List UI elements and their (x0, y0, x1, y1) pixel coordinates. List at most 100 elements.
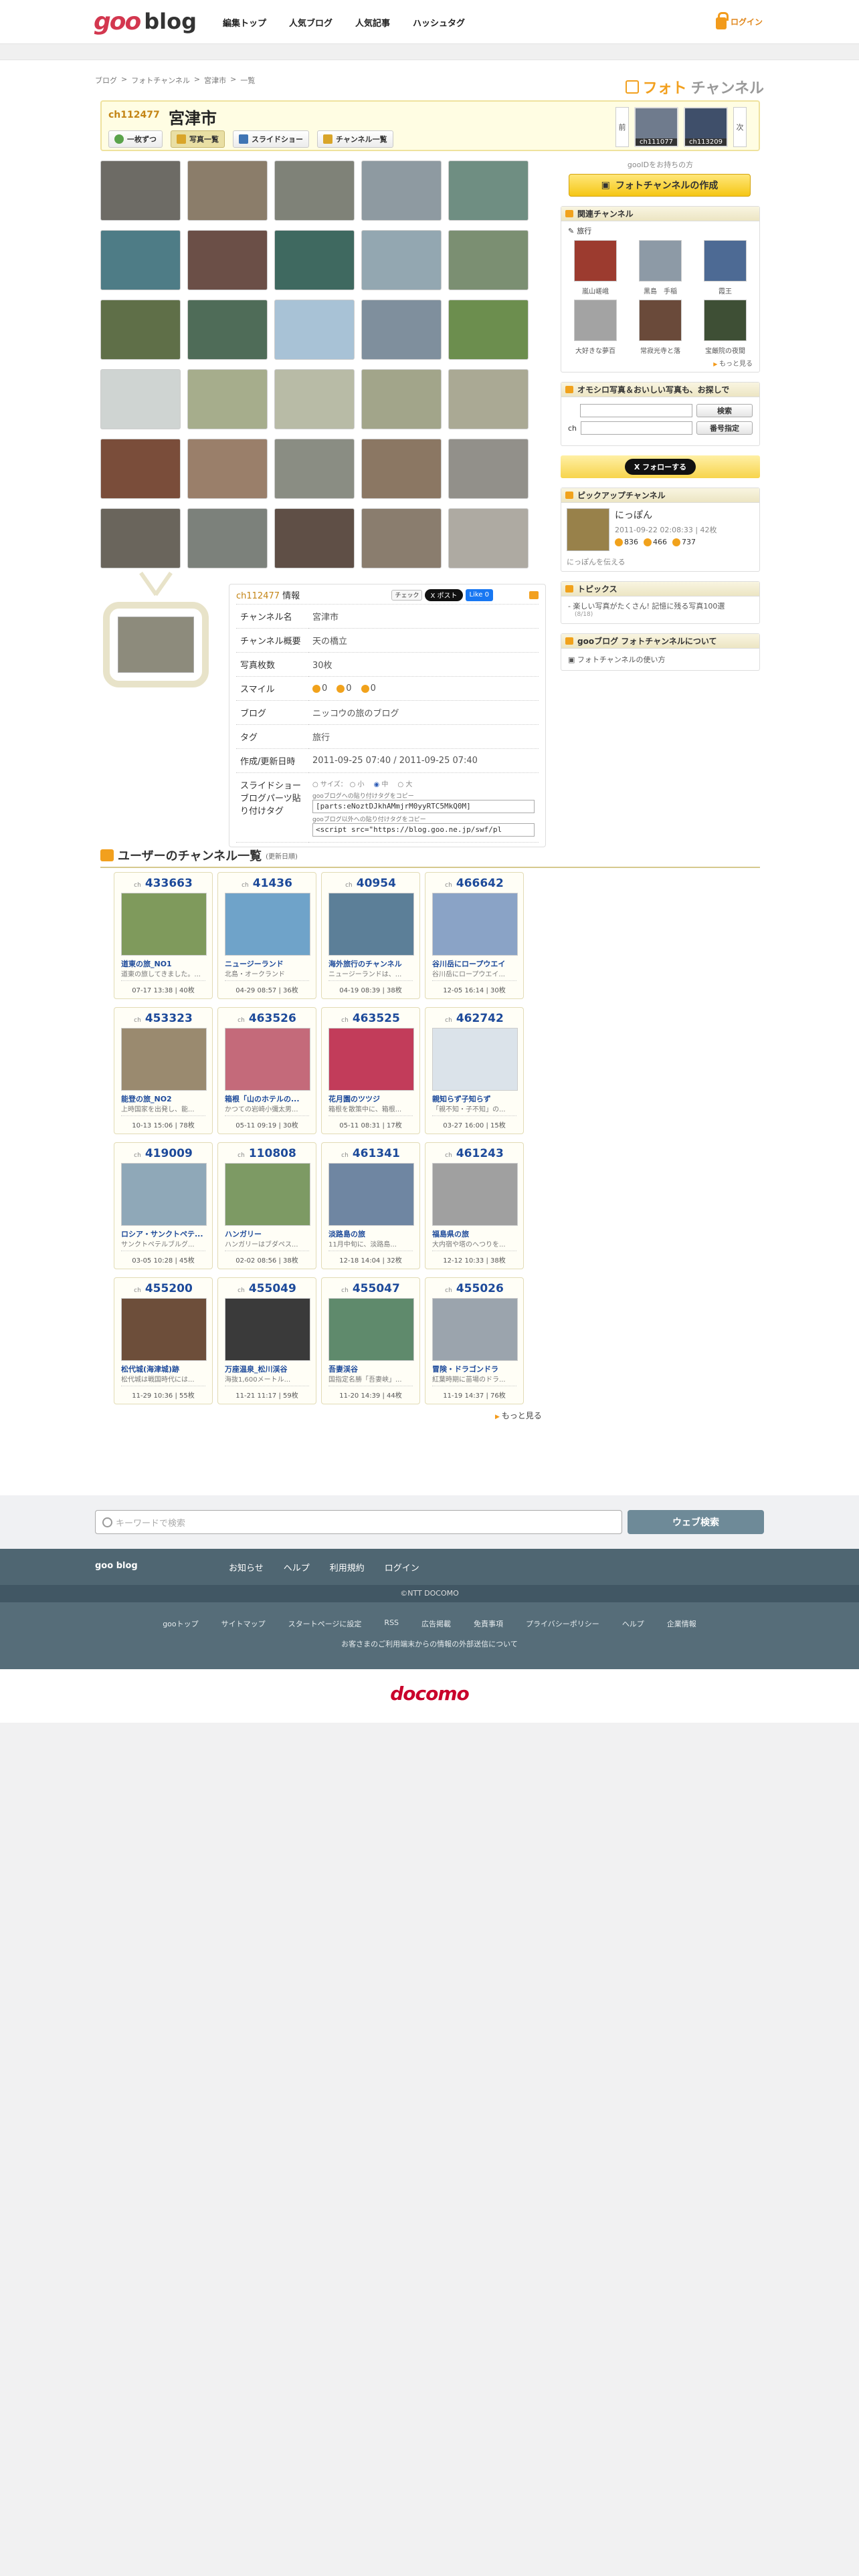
photo-thumb[interactable] (361, 300, 442, 360)
card-channel-id[interactable]: ch 41436 (218, 877, 316, 890)
card-thumb[interactable] (225, 1298, 310, 1361)
card-channel-id[interactable]: ch 462742 (425, 1012, 523, 1025)
photo-thumb[interactable] (448, 230, 529, 290)
web-search-input[interactable]: キーワードで検索 (95, 1510, 622, 1534)
card-channel-id[interactable]: ch 40954 (322, 877, 419, 890)
card-channel-id[interactable]: ch 455049 (218, 1282, 316, 1295)
topic-link[interactable]: - 楽しい写真がたくさん! 記憶に残る写真100選 (568, 602, 725, 611)
card-title[interactable]: 淡路島の旅 (328, 1228, 414, 1239)
photo-thumb[interactable] (100, 508, 181, 568)
card-thumb[interactable] (121, 893, 207, 956)
channel-cover-photo[interactable] (118, 617, 194, 673)
search-button[interactable]: 検索 (696, 404, 753, 417)
photo-thumb[interactable] (361, 230, 442, 290)
card-thumb[interactable] (432, 1298, 518, 1361)
size-large-radio[interactable]: 大 (397, 778, 412, 788)
card-thumb[interactable] (225, 893, 310, 956)
size-small-radio[interactable]: 小 (350, 778, 365, 788)
user-channel-card[interactable]: ch 455200 松代城(海津城)跡 松代城は戦国時代には... 11-29 10:3… (114, 1277, 213, 1404)
user-channel-card[interactable]: ch 461243 福島県の旅 大内宿や塔のへつりを... 12-12 10:33 | … (425, 1142, 524, 1269)
photo-thumb[interactable] (274, 160, 355, 221)
card-title[interactable]: 冒険・ドラゴンドラ (432, 1364, 518, 1374)
user-channel-card[interactable]: ch 463525 花月園のツツジ 箱根を散策中に、箱根... 05-11 08:31 … (321, 1007, 420, 1134)
related-item[interactable]: 大好きな夢百 (568, 300, 623, 355)
howto-link[interactable]: フォトチャンネルの使い方 (577, 655, 666, 664)
photo-thumb[interactable] (361, 369, 442, 429)
footer-login[interactable]: ログイン (385, 1561, 419, 1574)
footer-brand[interactable]: goo blog (95, 1561, 138, 1571)
footer-help[interactable]: ヘルプ (284, 1561, 310, 1574)
photo-thumb[interactable] (448, 508, 529, 568)
photo-thumb[interactable] (361, 508, 442, 568)
user-channel-card[interactable]: ch 41436 ニュージーランド 北島・オークランド 04-29 08:57 | 36… (217, 872, 316, 999)
card-channel-id[interactable]: ch 455200 (114, 1282, 212, 1295)
card-title[interactable]: 能登の旅_NO2 (121, 1093, 207, 1104)
user-channel-card[interactable]: ch 40954 海外旅行のチャンネル ニュージーランドは、... 04-19 08:3… (321, 872, 420, 999)
photo-thumb[interactable] (274, 230, 355, 290)
facebook-like-button[interactable]: Like 0 (465, 588, 493, 601)
card-thumb[interactable] (121, 1298, 207, 1361)
goo-blog-logo[interactable]: goo blog (94, 8, 197, 35)
smile-icon[interactable] (361, 684, 369, 693)
user-channels-more-link[interactable]: もっと見る (495, 1410, 542, 1421)
user-channel-card[interactable]: ch 419009 ロシア・サンクトペテ... サンクトペテルブルグ... 03-05 … (114, 1142, 213, 1269)
info-blog-link[interactable]: ニッコウの旅のブログ (308, 700, 539, 725)
photo-thumb[interactable] (100, 439, 181, 499)
card-thumb[interactable] (432, 893, 518, 956)
card-title[interactable]: 吾妻渓谷 (328, 1364, 414, 1374)
card-thumb[interactable] (328, 1298, 414, 1361)
user-channel-card[interactable]: ch 463526 箱根「山のホテルの... かつての岩崎小彌太男... 05-11 0… (217, 1007, 316, 1134)
photo-channel-brand[interactable]: フォト チャンネル (625, 76, 764, 98)
card-channel-id[interactable]: ch 463525 (322, 1012, 419, 1025)
card-title[interactable]: ハンガリー (225, 1228, 310, 1239)
channel-number-input[interactable] (581, 421, 692, 435)
card-channel-id[interactable]: ch 453323 (114, 1012, 212, 1025)
tab-single[interactable]: 一枚ずつ (108, 130, 163, 148)
card-thumb[interactable] (328, 893, 414, 956)
photo-thumb[interactable] (448, 439, 529, 499)
tab-slideshow[interactable]: スライドショー (233, 130, 309, 148)
photo-thumb[interactable] (274, 508, 355, 568)
smile-icon[interactable] (312, 684, 320, 693)
user-channel-card[interactable]: ch 455049 万座温泉_松川渓谷 海抜1,600メートル... 11-21 11:… (217, 1277, 316, 1404)
footer-news[interactable]: お知らせ (229, 1561, 264, 1574)
card-title[interactable]: 花月園のツツジ (328, 1093, 414, 1104)
create-channel-button[interactable]: ▣ フォトチャンネルの作成 (569, 174, 751, 197)
photo-thumb[interactable] (274, 439, 355, 499)
user-channel-card[interactable]: ch 455026 冒険・ドラゴンドラ 紅葉時期に苗場のドラ... 11-19 14:3… (425, 1277, 524, 1404)
photo-thumb[interactable] (187, 439, 268, 499)
prev-channel-button[interactable]: 前 (615, 107, 629, 147)
pickup-name[interactable]: にっぽん (615, 508, 717, 522)
card-channel-id[interactable]: ch 461243 (425, 1147, 523, 1160)
photo-thumb[interactable] (448, 160, 529, 221)
photo-thumb[interactable] (100, 300, 181, 360)
footer-link[interactable]: ヘルプ (622, 1618, 644, 1629)
login-link[interactable]: ログイン (715, 12, 763, 29)
card-channel-id[interactable]: ch 455047 (322, 1282, 419, 1295)
card-title[interactable]: 谷川岳にロープウエイ (432, 958, 518, 969)
info-tag[interactable]: 旅行 (308, 724, 539, 749)
photo-thumb[interactable] (187, 160, 268, 221)
prev-channel-thumb[interactable]: ch111077 (634, 107, 678, 147)
mail-icon[interactable] (529, 591, 539, 599)
footer-link[interactable]: サイトマップ (221, 1618, 266, 1629)
photo-thumb[interactable] (100, 160, 181, 221)
footer-link[interactable]: スタートページに設定 (288, 1618, 362, 1629)
card-channel-id[interactable]: ch 110808 (218, 1147, 316, 1160)
keyword-input[interactable] (580, 404, 692, 417)
footer-link[interactable]: 免責事項 (474, 1618, 503, 1629)
photo-thumb[interactable] (187, 300, 268, 360)
card-title[interactable]: 万座温泉_松川渓谷 (225, 1364, 310, 1374)
card-channel-id[interactable]: ch 461341 (322, 1147, 419, 1160)
user-channel-card[interactable]: ch 433663 道東の旅_NO1 道東の旅してきました。... 07-17 13:3… (114, 872, 213, 999)
breadcrumb-photochannel[interactable]: フォトチャンネル (131, 75, 190, 86)
size-medium-radio[interactable]: 中 (374, 778, 388, 788)
card-thumb[interactable] (121, 1163, 207, 1226)
card-title[interactable]: 福島県の旅 (432, 1228, 518, 1239)
card-channel-id[interactable]: ch 466642 (425, 877, 523, 890)
nav-popular-article[interactable]: 人気記事 (355, 16, 390, 29)
card-title[interactable]: 親知らず子知らず (432, 1093, 518, 1104)
other-embed-field[interactable]: <script src="https://blog.goo.ne.jp/swf/… (312, 823, 535, 837)
tab-channel-list[interactable]: チャンネル一覧 (317, 130, 393, 148)
user-channel-card[interactable]: ch 453323 能登の旅_NO2 上時国家を出発し、能... 10-13 15:06… (114, 1007, 213, 1134)
